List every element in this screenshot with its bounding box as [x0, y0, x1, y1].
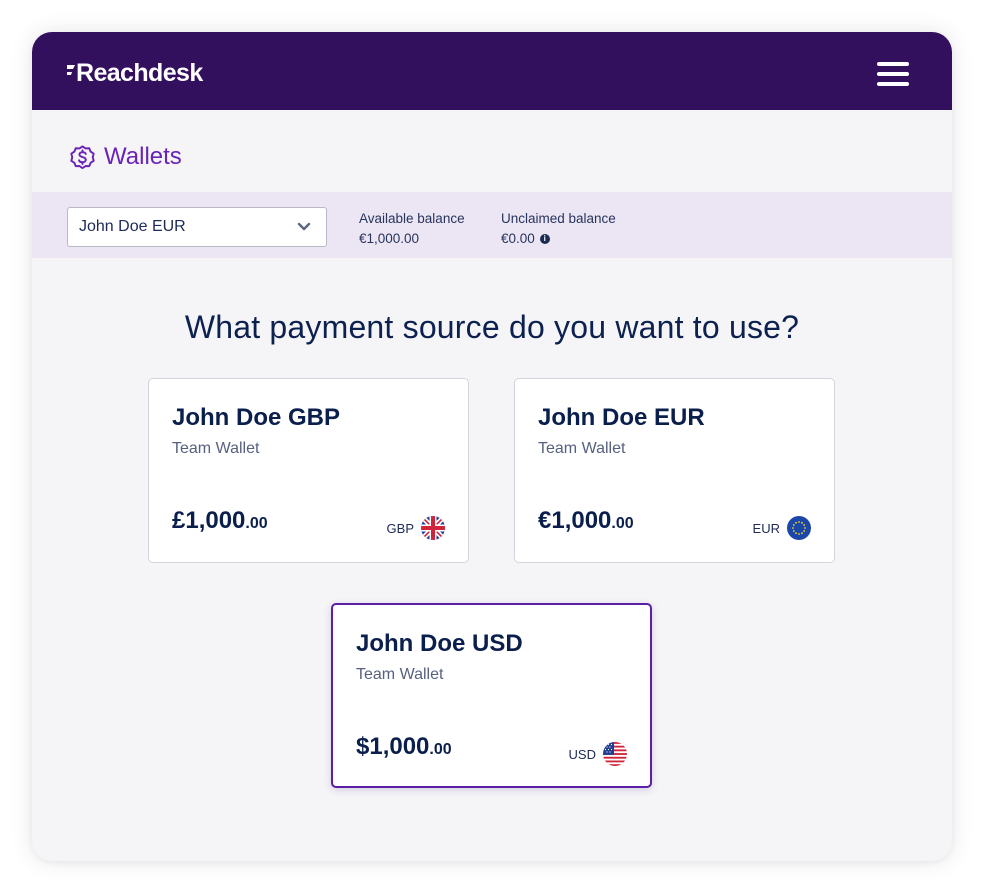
wallet-card-gbp[interactable]: John Doe GBP Team Wallet £1,000.00 GBP: [148, 378, 469, 563]
currency-code: EUR: [752, 520, 780, 536]
wallet-card-name: John Doe GBP: [172, 404, 341, 431]
available-balance-label: Available balance: [359, 211, 465, 226]
wallet-card-amount-decimals: .00: [429, 741, 452, 758]
wallet-card-amount-decimals: .00: [245, 515, 268, 532]
wallet-card-amount: $1,000.00: [356, 735, 452, 759]
menu-line: [877, 82, 909, 86]
wallet-card-subtitle: Team Wallet: [538, 440, 626, 457]
wallet-card-currency: EUR: [753, 516, 811, 540]
wallet-select-value: John Doe EUR: [79, 218, 186, 235]
unclaimed-balance-label: Unclaimed balance: [501, 211, 616, 226]
wallet-card-amount-main: €1,000: [538, 507, 612, 534]
menu-line: [877, 72, 909, 76]
dollar-badge-icon: [70, 144, 95, 169]
wallet-card-name: John Doe EUR: [538, 404, 705, 431]
wallet-card-currency: USD: [569, 742, 627, 766]
top-navigation-bar: Reachdesk: [32, 32, 952, 110]
wallet-card-usd[interactable]: John Doe USD Team Wallet $1,000.00 USD: [331, 603, 652, 788]
wallet-card-amount-decimals: .00: [611, 515, 634, 532]
page-title-text: Wallets: [104, 143, 182, 170]
wallet-card-amount-main: $1,000: [356, 733, 430, 760]
unclaimed-balance: Unclaimed balance €0.00 i: [501, 209, 616, 249]
hamburger-menu-icon[interactable]: [877, 62, 909, 86]
wallet-card-eur[interactable]: John Doe EUR Team Wallet €1,000.00 EUR: [514, 378, 835, 563]
unclaimed-balance-row: €0.00 i: [501, 229, 616, 249]
uk-flag-icon: [421, 516, 445, 540]
wallet-card-subtitle: Team Wallet: [172, 440, 260, 457]
info-icon[interactable]: i: [539, 234, 550, 244]
currency-code: GBP: [386, 520, 414, 536]
wallet-card-amount-main: £1,000: [172, 507, 246, 534]
available-balance: Available balance €1,000.00: [359, 209, 465, 249]
wallet-select-dropdown[interactable]: John Doe EUR: [67, 207, 327, 247]
currency-code: USD: [568, 746, 596, 762]
wallet-card-amount: €1,000.00: [538, 509, 634, 533]
unclaimed-balance-value: €0.00: [501, 231, 535, 246]
payment-source-question: What payment source do you want to use?: [184, 309, 800, 345]
reachdesk-logo[interactable]: Reachdesk: [67, 61, 203, 86]
available-balance-value: €1,000.00: [359, 231, 420, 246]
balance-bar: John Doe EUR Available balance €1,000.00…: [32, 192, 952, 258]
menu-line: [877, 62, 909, 66]
app-window: Reachdesk Wallets John Doe EUR Available…: [32, 32, 952, 861]
logo-text: Reachdesk: [76, 59, 203, 87]
wallet-card-name: John Doe USD: [356, 630, 523, 657]
wallet-card-currency: GBP: [387, 516, 445, 540]
page-title: Wallets: [69, 143, 182, 171]
eu-flag-icon: [787, 516, 811, 540]
chevron-down-icon: [297, 222, 311, 231]
us-flag-icon: [603, 742, 627, 766]
wallet-card-subtitle: Team Wallet: [356, 666, 444, 683]
wallet-card-amount: £1,000.00: [172, 509, 268, 533]
